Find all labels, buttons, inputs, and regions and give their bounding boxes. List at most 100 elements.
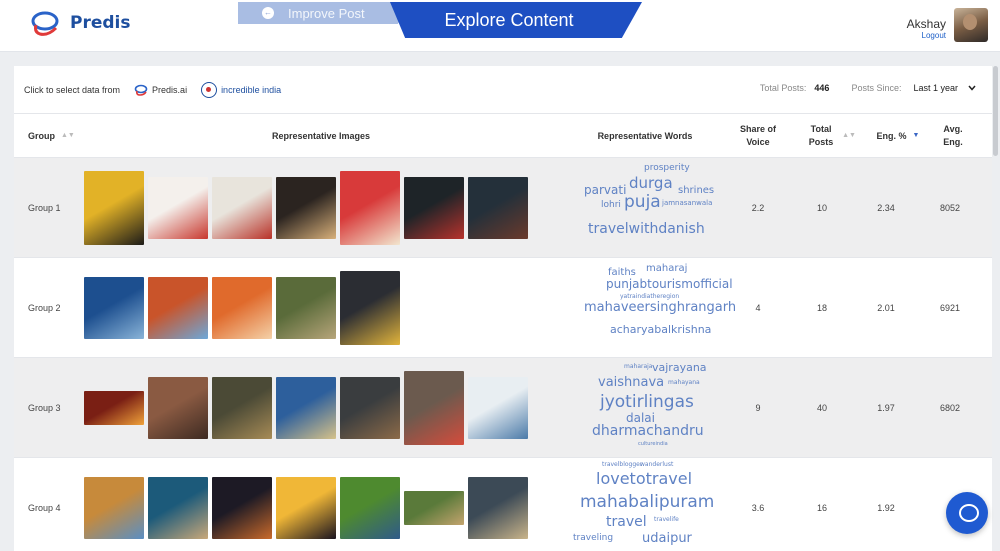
word: vajrayana — [652, 361, 707, 374]
logout-link[interactable]: Logout — [907, 31, 946, 40]
image-thumbnail[interactable] — [212, 477, 272, 539]
image-thumbnail[interactable] — [276, 277, 336, 339]
table-row-group-2[interactable]: Group 2 faiths maharaj punjabtourismoffi… — [14, 258, 992, 358]
header-eng-pct-label: Eng. % — [876, 130, 907, 141]
image-thumbnail[interactable] — [468, 477, 528, 539]
image-thumbnail[interactable] — [340, 377, 400, 439]
source-predis[interactable]: Predis.ai — [134, 84, 187, 96]
image-thumbnail[interactable] — [212, 177, 272, 239]
source-incredible-india-label: incredible india — [221, 84, 282, 95]
image-thumbnail[interactable] — [148, 377, 208, 439]
total-posts: 40 — [816, 403, 827, 413]
table-row-group-3[interactable]: Group 3 maharaja vajrayana vaishnava mah… — [14, 358, 992, 458]
predis-logo-icon — [134, 84, 148, 96]
word: travelblogger — [602, 461, 643, 468]
word: lohri — [601, 200, 621, 210]
image-thumbnail[interactable] — [468, 177, 528, 239]
tab-improve-post-label: Improve Post — [288, 5, 365, 21]
word-cloud: maharaja vajrayana vaishnava mahayana jy… — [580, 358, 732, 458]
tab-improve-post[interactable]: ← Improve Post — [238, 2, 408, 24]
chat-support-button[interactable] — [946, 492, 988, 534]
word: wanderlust — [640, 461, 674, 468]
table-row-group-4[interactable]: Group 4 travelblogger wanderlust lovetot… — [14, 458, 992, 551]
header-words: Representative Words — [580, 114, 710, 158]
tab-explore-content[interactable]: Explore Content — [390, 2, 642, 38]
image-thumbnail[interactable] — [148, 177, 208, 239]
eng-pct: 2.01 — [877, 303, 895, 313]
word: lovetotravel — [596, 469, 693, 488]
word: acharyabalkrishna — [610, 323, 712, 336]
image-thumbnail[interactable] — [276, 177, 336, 239]
word: dharmachandru — [592, 423, 704, 439]
image-thumbnail[interactable] — [84, 277, 144, 339]
posts-since-select[interactable]: Last 1 year — [913, 83, 976, 93]
header-total-posts[interactable]: Total Posts ▲▼ — [796, 114, 866, 158]
brand-logo[interactable]: Predis — [30, 10, 131, 36]
posts-since-value: Last 1 year — [913, 83, 958, 93]
header-avg-eng-label: Avg. Eng. — [943, 124, 963, 147]
group-name: Group 4 — [28, 503, 61, 513]
total-posts: 10 — [816, 203, 827, 213]
image-thumbnail[interactable] — [404, 491, 464, 525]
image-thumbnail[interactable] — [148, 277, 208, 339]
image-thumbnail[interactable] — [84, 477, 144, 539]
header-words-label: Representative Words — [597, 130, 693, 141]
brand-name: Predis — [70, 13, 131, 33]
word: mahabalipuram — [580, 492, 715, 512]
image-thumbnail[interactable] — [212, 377, 272, 439]
word: travel — [606, 514, 647, 530]
eng-pct: 2.34 — [877, 203, 895, 213]
image-thumbnail[interactable] — [340, 271, 400, 345]
scrollbar[interactable] — [993, 66, 998, 156]
explore-panel: Click to select data from Predis.ai incr… — [14, 66, 992, 551]
image-thumbnail[interactable] — [84, 171, 144, 245]
word: mahayana — [668, 379, 700, 386]
incredible-india-icon — [201, 81, 218, 98]
table-header: Group ▲▼ Representative Images Representa… — [14, 114, 992, 158]
header-avg-eng[interactable]: Avg. Eng. — [928, 114, 978, 158]
eng-pct: 1.92 — [877, 503, 895, 513]
app-header: Predis ← Improve Post Explore Content Ak… — [0, 0, 1000, 52]
word: cultureindia — [638, 441, 668, 447]
image-thumbnail[interactable] — [276, 377, 336, 439]
word: jyotirlingas — [600, 392, 694, 412]
image-thumbnail[interactable] — [212, 277, 272, 339]
total-posts: 18 — [816, 303, 827, 313]
header-images: Representative Images — [84, 114, 558, 158]
word: maharaj — [646, 263, 688, 274]
image-thumbnail[interactable] — [404, 177, 464, 239]
header-images-label: Representative Images — [271, 130, 371, 141]
word: durga — [629, 174, 673, 192]
representative-images — [84, 358, 528, 458]
avg-eng: 6921 — [939, 303, 961, 313]
source-incredible-india[interactable]: incredible india — [201, 81, 282, 98]
sort-icon: ▲▼ — [61, 132, 75, 140]
header-share-of-voice[interactable]: Share of Voice — [728, 114, 788, 158]
word-cloud: prosperity durga parvati shrines lohri p… — [580, 158, 732, 258]
eng-pct: 1.97 — [877, 403, 895, 413]
representative-images — [84, 258, 400, 358]
image-thumbnail[interactable] — [468, 377, 528, 439]
image-thumbnail[interactable] — [276, 477, 336, 539]
share-of-voice: 4 — [755, 303, 761, 313]
word: jamnasanwala — [662, 199, 713, 207]
table-row-group-1[interactable]: Group 1 prosperity durga parvati shrines… — [14, 158, 992, 258]
representative-images — [84, 158, 528, 258]
image-thumbnail[interactable] — [340, 477, 400, 539]
image-thumbnail[interactable] — [340, 171, 400, 245]
word-cloud: faiths maharaj punjabtourismofficial yat… — [580, 258, 736, 358]
image-thumbnail[interactable] — [404, 371, 464, 445]
total-posts-value: 446 — [814, 83, 830, 93]
word: prosperity — [644, 163, 690, 173]
sort-desc-icon: ▼ — [912, 132, 920, 140]
header-eng-pct[interactable]: Eng. % ▼ — [866, 114, 930, 158]
total-posts: 16 — [816, 503, 827, 513]
word: travelife — [654, 516, 679, 523]
header-group[interactable]: Group ▲▼ — [28, 114, 88, 158]
total-posts-label: Total Posts: — [759, 83, 807, 93]
avatar[interactable] — [954, 8, 988, 42]
image-thumbnail[interactable] — [84, 391, 144, 425]
word: travelwithdanish — [588, 221, 705, 237]
image-thumbnail[interactable] — [148, 477, 208, 539]
word: punjabtourismofficial — [606, 277, 733, 291]
